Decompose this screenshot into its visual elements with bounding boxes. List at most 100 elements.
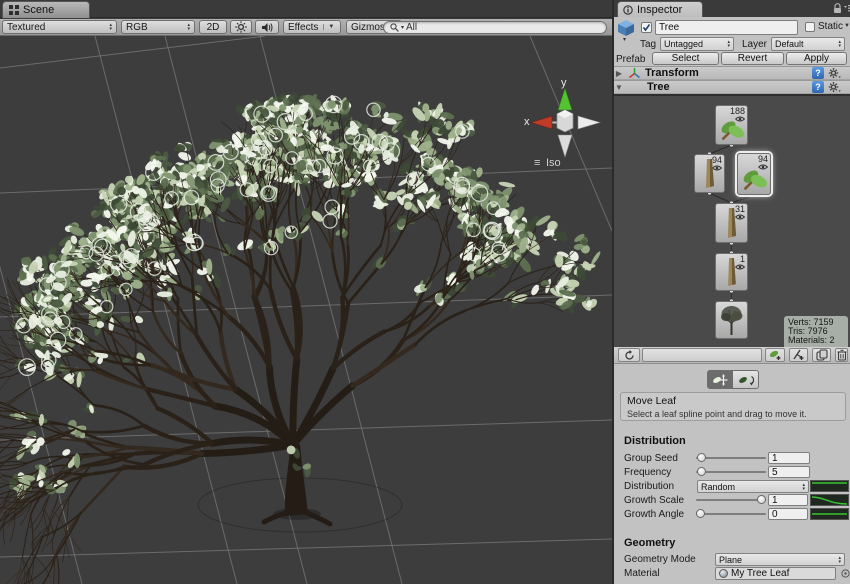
layer-dropdown[interactable]: Default ▴▾	[771, 37, 845, 51]
delete-button[interactable]	[835, 348, 848, 362]
growth-angle-field[interactable]: 0	[768, 508, 808, 520]
help-book-icon[interactable]: ?	[812, 81, 824, 93]
static-label: Static	[818, 21, 843, 32]
tab-scene[interactable]: Scene	[2, 1, 90, 18]
scene-pane: Scene Textured ▴▾ RGB ▴▾ 2D	[0, 0, 612, 584]
foldout-arrow-icon[interactable]: ▶	[614, 69, 624, 78]
transform-title: Transform	[645, 67, 699, 79]
slider-knob[interactable]	[757, 495, 766, 504]
pane-menu-icon[interactable]	[844, 4, 850, 13]
layer-label: Layer	[742, 39, 767, 50]
duplicate-button[interactable]	[812, 348, 831, 362]
geometry-mode-label: Geometry Mode	[624, 554, 696, 565]
scene-search-input[interactable]: ▾ All	[383, 21, 607, 34]
gear-icon[interactable]	[828, 81, 841, 93]
gear-icon[interactable]	[828, 67, 841, 79]
gizmo-down-axis-cone[interactable]	[558, 135, 572, 157]
tree-component-header[interactable]: ▼ Tree ?	[614, 80, 850, 94]
distribution-curve-thumbnail[interactable]	[810, 480, 849, 492]
foldout-arrow-icon[interactable]: ▼	[614, 83, 624, 92]
tree-node-branch-group-94[interactable]: 94	[694, 154, 725, 193]
add-branch-group-button[interactable]	[789, 348, 808, 362]
search-value: All	[406, 22, 417, 33]
group-seed-slider[interactable]	[696, 452, 766, 463]
transform-axes-icon	[628, 67, 641, 79]
group-seed-field[interactable]: 1	[768, 452, 810, 464]
tree-node-branch-group-1[interactable]: 1	[715, 253, 748, 291]
unity-window: Scene Textured ▴▾ RGB ▴▾ 2D	[0, 0, 850, 584]
prefab-select-button[interactable]: Select	[652, 52, 719, 65]
2d-toggle-button[interactable]: 2D	[199, 20, 227, 34]
move-leaf-tool-button[interactable]	[707, 370, 733, 389]
gizmo-projection-label[interactable]: Iso	[546, 157, 561, 169]
updown-arrows-icon: ▴▾	[834, 556, 841, 564]
effects-label: Effects	[288, 22, 318, 33]
growth-scale-label: Growth Scale	[624, 495, 684, 506]
tree-node-leaf-group-188[interactable]: 188	[715, 105, 748, 145]
tool-help-box: Move Leaf Select a leaf spline point and…	[620, 392, 846, 421]
tab-inspector[interactable]: Inspector	[617, 1, 703, 17]
gizmo-y-label: y	[561, 77, 567, 89]
slider-knob[interactable]	[696, 509, 705, 518]
add-branch-icon	[792, 349, 805, 361]
material-sphere-icon	[719, 569, 728, 578]
branch-icon	[718, 206, 746, 240]
static-checkbox[interactable]	[805, 22, 815, 32]
tree-node-branch-group-31[interactable]: 31	[715, 203, 748, 243]
toolbar-spacer-button[interactable]	[642, 348, 762, 362]
chevron-down-icon: ▼	[323, 24, 334, 30]
audio-toggle-button[interactable]	[255, 20, 279, 34]
layer-value: Default	[775, 39, 804, 49]
branch-icon	[697, 157, 723, 190]
stats-materials: Materials: 2	[788, 336, 844, 345]
effects-dropdown[interactable]: Effects ▼	[283, 20, 341, 34]
tree-hierarchy-canvas[interactable]: 188 94	[614, 94, 850, 347]
tag-dropdown[interactable]: Untagged ▴▾	[660, 37, 734, 51]
tree-node-root[interactable]	[715, 301, 748, 339]
scene-viewport[interactable]: y x ≡ Iso	[0, 36, 612, 584]
duplicate-icon	[816, 349, 828, 361]
scene-orientation-gizmo[interactable]: y x ≡ Iso	[520, 76, 612, 171]
help-book-icon[interactable]: ?	[812, 67, 824, 79]
active-checkbox[interactable]	[641, 22, 652, 33]
frequency-label: Frequency	[624, 467, 671, 478]
slider-knob[interactable]	[697, 467, 706, 476]
object-name-field[interactable]: Tree	[655, 20, 798, 35]
prefab-revert-button[interactable]: Revert	[721, 52, 784, 65]
transform-component-header[interactable]: ▶ Transform ?	[614, 66, 850, 80]
lock-icon[interactable]	[833, 3, 842, 14]
object-picker-icon[interactable]	[841, 569, 850, 578]
info-icon	[623, 5, 633, 15]
growth-scale-field[interactable]: 1	[768, 494, 808, 506]
gameobject-cube-icon[interactable]	[617, 19, 635, 37]
geometry-mode-dropdown[interactable]: Plane ▴▾	[715, 553, 845, 566]
gizmo-y-axis-cone[interactable]	[558, 88, 572, 110]
frequency-field[interactable]: 5	[768, 466, 810, 478]
material-object-field[interactable]: My Tree Leaf	[715, 567, 836, 580]
growth-angle-curve-thumbnail[interactable]	[810, 508, 849, 520]
gizmo-x-axis-cone[interactable]	[531, 116, 552, 129]
growth-angle-slider[interactable]	[696, 508, 766, 519]
shading-mode-dropdown[interactable]: Textured ▴▾	[2, 20, 117, 34]
mesh-stats-box: Verts: 7159 Tris: 7976 Materials: 2	[784, 316, 848, 347]
inspector-tabstrip: Inspector	[614, 0, 850, 17]
add-leaf-group-button[interactable]	[765, 348, 785, 362]
scene-grid-icon	[9, 5, 19, 15]
render-channels-dropdown[interactable]: RGB ▴▾	[121, 20, 195, 34]
updown-arrows-icon: ▴▾	[183, 23, 190, 31]
menu-lines-icon: ≡	[534, 157, 540, 169]
growth-scale-slider[interactable]	[696, 494, 766, 505]
frequency-slider[interactable]	[696, 466, 766, 477]
slider-knob[interactable]	[697, 453, 706, 462]
tree-editor-toolbar	[614, 347, 850, 364]
gizmo-z-axis-cone[interactable]	[578, 116, 600, 129]
leaf-group-icon	[740, 165, 769, 192]
distribution-dropdown[interactable]: Random ▴▾	[697, 480, 809, 493]
lighting-toggle-button[interactable]	[230, 20, 252, 34]
tree-node-leaf-group-94-selected[interactable]: 94	[737, 153, 771, 195]
growth-scale-curve-thumbnail[interactable]	[810, 494, 849, 506]
prefab-apply-button[interactable]: Apply	[786, 52, 847, 65]
rotate-leaf-tool-button[interactable]	[733, 370, 759, 389]
refresh-button[interactable]	[618, 348, 640, 362]
static-dropdown-caret[interactable]: ▼	[844, 23, 850, 29]
